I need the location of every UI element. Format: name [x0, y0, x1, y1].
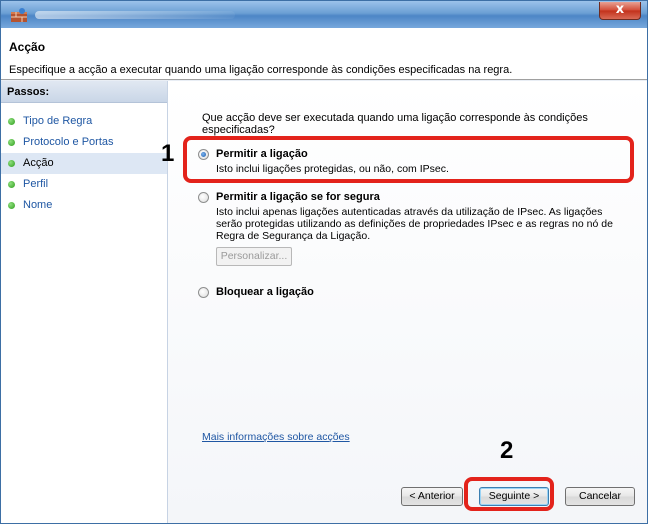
- option-description: Isto inclui apenas ligações autenticadas…: [216, 206, 613, 242]
- page-title: Acção: [9, 40, 46, 54]
- cancel-button[interactable]: Cancelar: [565, 487, 635, 506]
- step-name[interactable]: Nome: [1, 195, 167, 216]
- blurred-window-title: [35, 11, 235, 19]
- next-button-highlight-box: [464, 477, 554, 511]
- step-status-icon: [8, 118, 15, 125]
- steps-sidebar: Passos: Tipo de Regra Protocolo e Portas…: [1, 81, 167, 523]
- radio-block-connection[interactable]: [198, 287, 209, 298]
- radio-allow-if-secure[interactable]: [198, 192, 209, 203]
- title-bar[interactable]: x: [1, 1, 647, 28]
- back-button[interactable]: < Anterior: [401, 487, 463, 506]
- step-status-icon: [8, 181, 15, 188]
- page-header: Acção Especifique a acção a executar qua…: [1, 28, 647, 80]
- step-status-icon: [8, 202, 15, 209]
- step-protocol-ports[interactable]: Protocolo e Portas: [1, 132, 167, 153]
- steps-list: Tipo de Regra Protocolo e Portas Acção P…: [1, 111, 167, 216]
- step-label: Perfil: [23, 178, 49, 190]
- action-question: Que acção deve ser executada quando uma …: [202, 112, 588, 136]
- step-status-icon: [8, 160, 15, 167]
- callout-number-1: 1: [161, 140, 175, 167]
- option-highlight-box: [183, 136, 634, 183]
- step-label: Tipo de Regra: [23, 115, 93, 127]
- step-action[interactable]: Acção: [1, 153, 167, 174]
- wizard-window: x Acção Especifique a acção a executar q…: [0, 0, 648, 524]
- callout-number-2: 2: [500, 437, 514, 464]
- close-button[interactable]: x: [599, 2, 641, 20]
- step-label: Protocolo e Portas: [23, 136, 114, 148]
- step-status-icon: [8, 139, 15, 146]
- more-info-link[interactable]: Mais informações sobre acções: [202, 431, 350, 443]
- customize-button[interactable]: Personalizar...: [216, 247, 292, 266]
- close-icon: x: [615, 2, 625, 17]
- page-description: Especifique a acção a executar quando um…: [9, 64, 513, 76]
- step-label: Acção: [23, 157, 54, 169]
- option-label: Bloquear a ligação: [216, 286, 314, 298]
- option-label: Permitir a ligação se for segura: [216, 191, 380, 203]
- step-rule-type[interactable]: Tipo de Regra: [1, 111, 167, 132]
- step-profile[interactable]: Perfil: [1, 174, 167, 195]
- step-label: Nome: [23, 199, 53, 211]
- steps-heading: Passos:: [1, 81, 167, 103]
- firewall-app-icon: [11, 8, 27, 22]
